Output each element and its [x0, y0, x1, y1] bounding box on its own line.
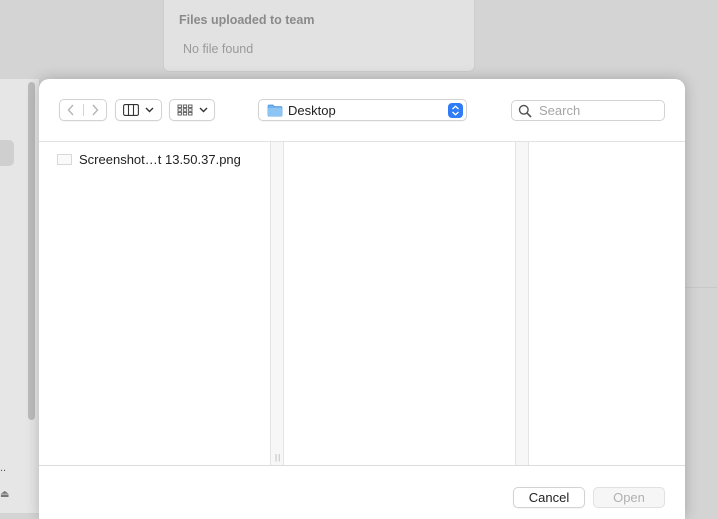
chevron-down-icon: [145, 107, 154, 113]
sidebar-selected-item[interactable]: [0, 140, 14, 166]
browser-column-2[interactable]: [284, 142, 515, 465]
chevron-left-icon: [67, 104, 74, 116]
list-item[interactable]: Screenshot…t 13.50.37.png: [57, 150, 241, 168]
image-file-icon: [57, 153, 72, 165]
background-empty-text: No file found: [183, 42, 254, 56]
dialog-footer: Cancel Open: [39, 465, 685, 519]
column-resize-handle[interactable]: ||: [270, 142, 284, 465]
background-divider: [685, 287, 717, 288]
background-card-title: Files uploaded to team: [179, 13, 315, 27]
column-view-icon: [123, 104, 139, 116]
navigation-buttons: [59, 99, 107, 121]
open-button[interactable]: Open: [593, 487, 665, 508]
search-icon: [518, 104, 532, 118]
grid-group-icon: [177, 104, 192, 116]
browser-column-1[interactable]: Screenshot…t 13.50.37.png: [39, 142, 270, 465]
chevron-right-icon: [92, 104, 99, 116]
forward-button[interactable]: [82, 104, 107, 116]
search-field[interactable]: [511, 100, 665, 121]
location-stepper-icon: [448, 103, 463, 118]
search-input[interactable]: [537, 102, 661, 119]
folder-icon: [267, 104, 283, 117]
resize-grip-icon: ||: [275, 453, 282, 462]
group-by-button[interactable]: [169, 99, 215, 121]
sidebar-truncated-label: ..: [0, 462, 7, 474]
column-resize-handle[interactable]: [515, 142, 529, 465]
location-popup[interactable]: Desktop: [258, 99, 467, 121]
dialog-toolbar: Desktop: [39, 79, 685, 142]
chevron-down-icon: [199, 107, 207, 113]
view-mode-button[interactable]: [115, 99, 162, 121]
sidebar: .. ⏏: [0, 79, 40, 513]
eject-icon[interactable]: ⏏: [0, 489, 9, 500]
open-file-dialog: Desktop Screenshot…t 13.50.37.png || Can…: [39, 79, 685, 519]
back-button[interactable]: [60, 104, 83, 116]
browser-column-3[interactable]: [529, 142, 685, 465]
cancel-button[interactable]: Cancel: [513, 487, 585, 508]
sidebar-scrollbar[interactable]: [28, 82, 35, 420]
background-files-card: Files uploaded to team No file found: [163, 0, 475, 72]
location-label: Desktop: [288, 102, 336, 118]
file-name: Screenshot…t 13.50.37.png: [79, 151, 241, 167]
